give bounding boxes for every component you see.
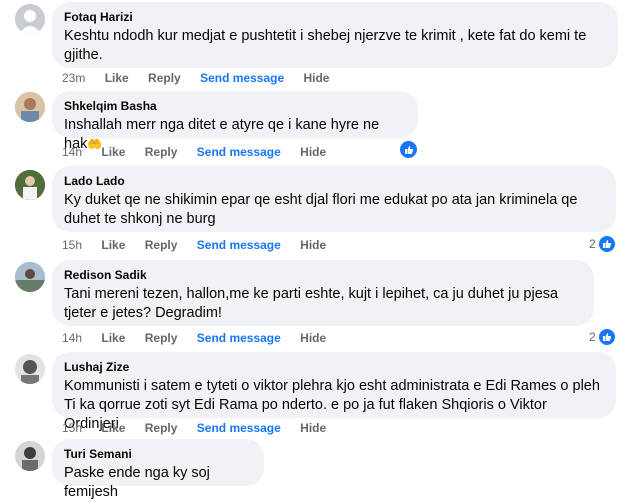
comment-bubble: Lushaj Zize Kommunisti i satem e tyteti … [52, 352, 616, 432]
comment-actions: 14h Like Reply Send message Hide [62, 145, 342, 159]
send-message-button[interactable]: Send message [197, 145, 281, 159]
hide-button[interactable]: Hide [300, 145, 326, 159]
comment-text: Keshtu ndodh kur medjat e pushtetit i sh… [64, 28, 587, 63]
comment-actions: 15h Like Reply Send message Hide [62, 421, 342, 435]
reaction-count: 2 [589, 330, 596, 344]
send-message-button[interactable]: Send message [197, 238, 281, 252]
send-message-button[interactable]: Send message [200, 71, 284, 85]
reply-button[interactable]: Reply [145, 421, 178, 435]
comment-actions: 14h Like Reply Send message Hide [62, 331, 342, 345]
comment-actions: 15h Like Reply Send message Hide [62, 238, 342, 252]
comment-bubble: Lado Lado Ky duket qe ne shikimin epar q… [52, 166, 616, 232]
like-icon [598, 329, 615, 345]
comment-author[interactable]: Redison Sadik [64, 268, 582, 283]
like-icon [400, 141, 417, 158]
comment-actions: 23m Like Reply Send message Hide [62, 71, 345, 85]
reply-button[interactable]: Reply [145, 238, 178, 252]
comment-bubble: Fotaq Harizi Keshtu ndodh kur medjat e p… [52, 2, 618, 68]
comment-time[interactable]: 15h [62, 238, 82, 252]
reply-button[interactable]: Reply [148, 71, 181, 85]
hide-button[interactable]: Hide [300, 421, 326, 435]
like-button[interactable]: Like [101, 421, 125, 435]
reaction-summary[interactable]: 2 [589, 236, 615, 252]
reaction-count: 2 [589, 237, 596, 251]
reply-button[interactable]: Reply [145, 331, 178, 345]
comment-time[interactable]: 14h [62, 331, 82, 345]
profile-photo-icon [15, 354, 45, 384]
default-avatar-icon [15, 4, 45, 34]
comment-bubble: Redison Sadik Tani mereni tezen, hallon,… [52, 260, 594, 326]
avatar[interactable] [15, 354, 45, 384]
hide-button[interactable]: Hide [303, 71, 329, 85]
like-icon [598, 236, 615, 252]
hide-button[interactable]: Hide [300, 331, 326, 345]
profile-photo-icon [15, 92, 45, 122]
comment-author[interactable]: Turi Semani [64, 447, 252, 462]
reaction-summary[interactable]: 2 [589, 329, 615, 345]
reaction-summary[interactable] [400, 141, 417, 158]
comment-text: Tani mereni tezen, hallon,me ke parti es… [64, 286, 559, 321]
profile-photo-icon [15, 262, 45, 292]
comment-time[interactable]: 15h [62, 421, 82, 435]
profile-photo-icon [15, 441, 45, 471]
send-message-button[interactable]: Send message [197, 421, 281, 435]
comment-bubble: Turi Semani Paske ende nga ky soj femije… [52, 439, 264, 500]
comment-author[interactable]: Fotaq Harizi [64, 10, 606, 25]
avatar[interactable] [15, 92, 45, 122]
send-message-button[interactable]: Send message [197, 331, 281, 345]
comment-author[interactable]: Lado Lado [64, 174, 604, 189]
like-button[interactable]: Like [105, 71, 129, 85]
avatar[interactable] [15, 4, 45, 34]
like-button[interactable]: Like [101, 331, 125, 345]
comment-bubble: Shkelqim Basha Inshallah merr nga ditet … [52, 91, 418, 152]
profile-photo-icon [15, 170, 45, 200]
comment-text: Ky duket qe ne shikimin epar qe esht dja… [64, 192, 578, 227]
reply-button[interactable]: Reply [145, 145, 178, 159]
comment-text: Paske ende nga ky soj femijesh [64, 465, 210, 500]
comment-author[interactable]: Lushaj Zize [64, 360, 604, 375]
hide-button[interactable]: Hide [300, 238, 326, 252]
avatar[interactable] [15, 441, 45, 471]
comment-time[interactable]: 23m [62, 71, 85, 85]
avatar[interactable] [15, 262, 45, 292]
comment-time[interactable]: 14h [62, 145, 82, 159]
comment-author[interactable]: Shkelqim Basha [64, 99, 406, 114]
like-button[interactable]: Like [101, 238, 125, 252]
avatar[interactable] [15, 170, 45, 200]
like-button[interactable]: Like [101, 145, 125, 159]
